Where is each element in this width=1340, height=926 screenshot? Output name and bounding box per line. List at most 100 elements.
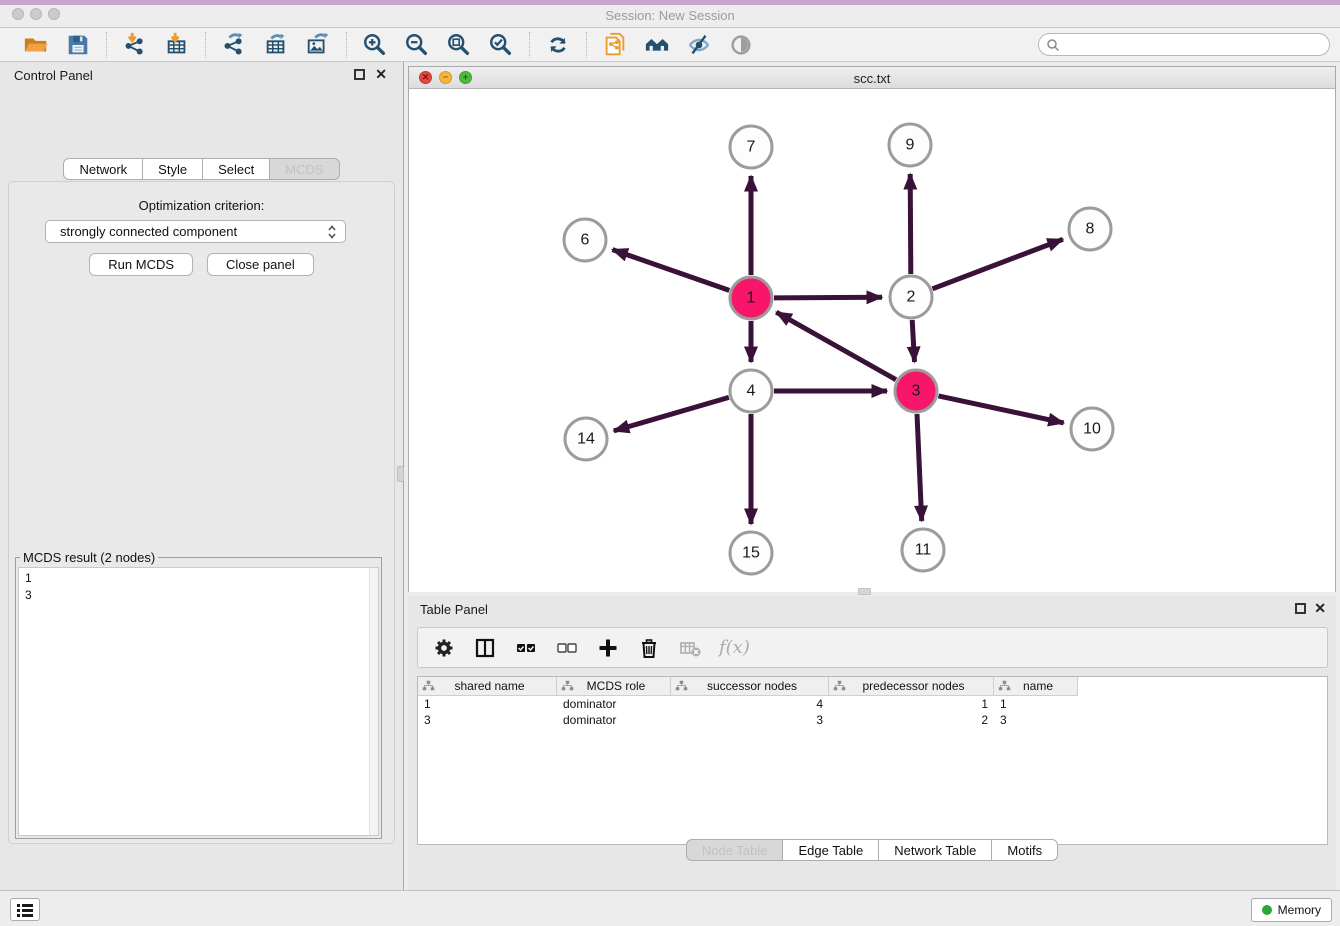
table-cell[interactable]: 1 — [418, 696, 557, 712]
refresh-layout-button[interactable] — [544, 31, 572, 59]
hide-selected-button[interactable] — [685, 31, 713, 59]
table-cell[interactable]: 2 — [829, 712, 994, 728]
delete-row-icon — [638, 637, 660, 659]
show-all-button[interactable] — [727, 31, 755, 59]
graph-node-4[interactable]: 4 — [730, 370, 772, 412]
graph-edge-3-11[interactable] — [917, 414, 922, 521]
open-session-button[interactable] — [22, 31, 50, 59]
table-cell[interactable]: 1 — [829, 696, 994, 712]
export-table-button[interactable] — [262, 31, 290, 59]
graph-node-9[interactable]: 9 — [889, 124, 931, 166]
add-row-button[interactable] — [596, 636, 620, 660]
tab-select[interactable]: Select — [203, 158, 270, 180]
graph-edge-2-3[interactable] — [912, 320, 914, 362]
table-cell[interactable]: dominator — [557, 712, 671, 728]
zoom-selected-button[interactable] — [487, 31, 515, 59]
memory-label: Memory — [1278, 903, 1321, 917]
graph-node-11[interactable]: 11 — [902, 529, 944, 571]
table-cell[interactable]: 4 — [671, 696, 829, 712]
import-network-button[interactable] — [121, 31, 149, 59]
show-panels-menu-button[interactable] — [10, 898, 40, 921]
graph-node-8[interactable]: 8 — [1069, 208, 1111, 250]
column-settings-button[interactable] — [432, 636, 456, 660]
graph-node-2[interactable]: 2 — [890, 276, 932, 318]
graph-edge-3-1[interactable] — [776, 312, 896, 380]
column-header-MCDS-role[interactable]: MCDS role — [557, 677, 671, 696]
graph-edge-1-2[interactable] — [774, 297, 882, 298]
graph-node-7[interactable]: 7 — [730, 126, 772, 168]
graph-edge-2-9[interactable] — [910, 174, 911, 274]
float-panel-icon[interactable] — [354, 69, 365, 80]
tab-network-table[interactable]: Network Table — [879, 839, 992, 861]
table-cell[interactable]: 3 — [671, 712, 829, 728]
search-input[interactable] — [1060, 34, 1329, 55]
graph-node-10[interactable]: 10 — [1071, 408, 1113, 450]
graph-node-6[interactable]: 6 — [564, 219, 606, 261]
close-panel-button[interactable]: Close panel — [207, 253, 314, 276]
graph-node-label: 10 — [1083, 421, 1101, 438]
graph-node-label: 4 — [747, 383, 756, 400]
tab-edge-table[interactable]: Edge Table — [783, 839, 879, 861]
run-mcds-button[interactable]: Run MCDS — [89, 253, 193, 276]
close-table-panel-icon[interactable]: ✕ — [1314, 600, 1326, 616]
tab-motifs[interactable]: Motifs — [992, 839, 1058, 861]
deselect-all-button[interactable] — [555, 636, 579, 660]
export-network-button[interactable] — [220, 31, 248, 59]
show-columns-button[interactable] — [473, 636, 497, 660]
column-header-name[interactable]: name — [994, 677, 1078, 696]
graph-edge-3-10[interactable] — [939, 396, 1064, 423]
column-header-shared-name[interactable]: shared name — [418, 677, 557, 696]
graph-edge-1-6[interactable] — [612, 250, 729, 291]
network-window-titlebar[interactable]: ✕ − + scc.txt — [409, 67, 1335, 89]
table-cell[interactable]: 1 — [994, 696, 1078, 712]
titlebar-accent-strip — [0, 0, 1340, 5]
fit-content-icon — [446, 32, 472, 58]
close-panel-icon[interactable]: ✕ — [375, 66, 387, 82]
zoom-out-button[interactable] — [403, 31, 431, 59]
table-row[interactable]: 3dominator323 — [418, 712, 1327, 728]
delete-row-button[interactable] — [637, 636, 661, 660]
tab-network[interactable]: Network — [63, 158, 143, 180]
destroy-table-button[interactable] — [678, 636, 702, 660]
tab-mcds[interactable]: MCDS — [270, 158, 339, 180]
graph-node-15[interactable]: 15 — [730, 532, 772, 574]
first-neighbors-button[interactable] — [643, 31, 671, 59]
function-builder-button[interactable]: f(x) — [719, 637, 750, 658]
tab-style[interactable]: Style — [143, 158, 203, 180]
fit-content-button[interactable] — [445, 31, 473, 59]
open-session-icon — [23, 32, 49, 58]
table-panel-title: Table Panel — [420, 602, 488, 617]
zoom-in-button[interactable] — [361, 31, 389, 59]
tab-node-table[interactable]: Node Table — [686, 839, 784, 861]
save-session-button[interactable] — [64, 31, 92, 59]
network-canvas[interactable]: 7 9 6 8 1 2 4 3 14 10 15 11 — [409, 89, 1335, 592]
table-cell[interactable]: 3 — [994, 712, 1078, 728]
import-table-button[interactable] — [163, 31, 191, 59]
search-box[interactable] — [1038, 33, 1330, 56]
node-table-rows: 1dominator4113dominator323 — [418, 696, 1327, 728]
panel-divider-handle[interactable] — [397, 466, 404, 482]
memory-button[interactable]: Memory — [1251, 898, 1332, 922]
graph-node-label: 9 — [906, 137, 915, 154]
graph-edge-2-8[interactable] — [933, 239, 1063, 288]
graph-node-1[interactable]: 1 — [730, 277, 772, 319]
export-image-button[interactable] — [304, 31, 332, 59]
column-header-successor-nodes[interactable]: successor nodes — [671, 677, 829, 696]
graph-edge-4-14[interactable] — [614, 397, 729, 431]
float-table-panel-icon[interactable] — [1295, 603, 1306, 614]
graph-node-14[interactable]: 14 — [565, 418, 607, 460]
hide-selected-icon — [686, 32, 712, 58]
table-cell[interactable]: 3 — [418, 712, 557, 728]
column-header-predecessor-nodes[interactable]: predecessor nodes — [829, 677, 994, 696]
graph-node-3[interactable]: 3 — [895, 370, 937, 412]
optimization-criterion-select[interactable]: strongly connected component — [45, 220, 346, 243]
table-row[interactable]: 1dominator411 — [418, 696, 1327, 712]
show-all-icon — [728, 32, 754, 58]
table-toolbar: f(x) — [417, 627, 1328, 668]
table-cell[interactable]: dominator — [557, 696, 671, 712]
mcds-result-box[interactable]: 1 3 — [18, 567, 379, 836]
result-scrollbar[interactable] — [369, 568, 378, 835]
select-all-button[interactable] — [514, 636, 538, 660]
network-table-divider-handle[interactable] — [858, 588, 871, 595]
new-network-from-selection-button[interactable] — [601, 31, 629, 59]
